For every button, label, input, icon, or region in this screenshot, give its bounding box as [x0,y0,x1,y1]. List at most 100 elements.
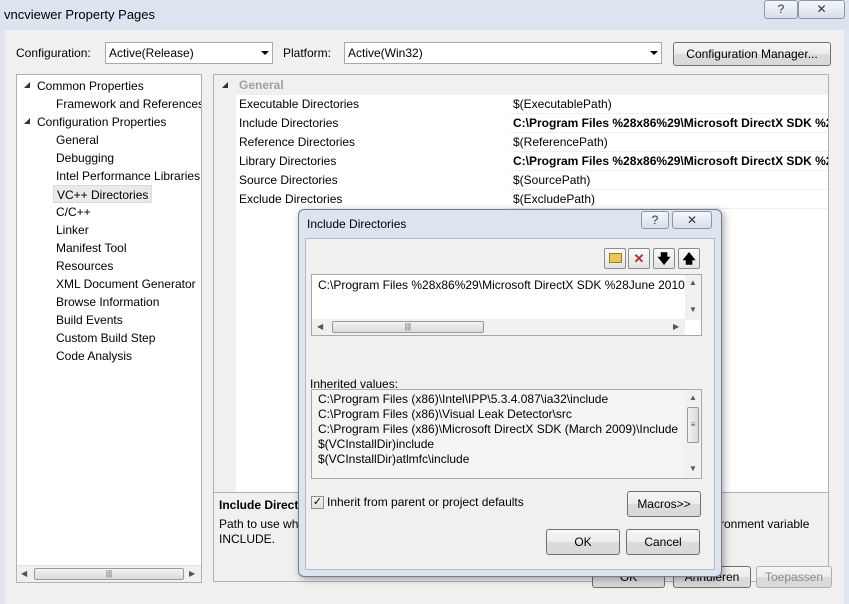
grid-row[interactable]: Source Directories $(SourcePath) [214,171,828,190]
collapsed-arrow-icon[interactable] [44,206,51,216]
dialog-title: Include Directories [307,217,407,231]
tree-horizontal-scrollbar[interactable]: ◀ ||| ▶ [17,565,201,582]
scroll-down-icon[interactable]: ▼ [689,305,697,314]
tree-item-c-cpp[interactable]: C/C++ [56,203,91,221]
expanded-arrow-icon[interactable] [24,117,31,124]
collapsed-arrow-icon[interactable] [44,242,51,252]
configuration-label: Configuration: [16,46,91,60]
scrollbar-thumb[interactable]: ≡ [687,407,699,443]
scrollbar-thumb[interactable]: ||| [332,321,484,333]
tree-item-xml-document-generator[interactable]: XML Document Generator [56,275,196,293]
tree-item-linker[interactable]: Linker [56,221,89,239]
grid-row[interactable]: Reference Directories $(ReferencePath) [214,133,828,152]
delete-line-button[interactable]: ✕ [628,248,650,269]
inherit-checkbox[interactable]: ✓ [311,496,324,509]
help-button[interactable]: ? [764,0,798,19]
dialog-close-button[interactable]: ✕ [672,211,712,229]
grid-row-name: Source Directories [236,171,510,190]
collapsed-arrow-icon[interactable] [44,224,51,234]
scroll-up-icon[interactable]: ▲ [689,278,697,287]
collapsed-arrow-icon[interactable] [44,296,51,306]
inherited-values-list: C:\Program Files (x86)\Intel\IPP\5.3.4.0… [311,389,702,479]
grid-row[interactable]: Include Directories C:\Program Files %28… [214,114,828,133]
description-text-right: ronment variable [720,517,810,531]
grid-row-value[interactable]: $(ExcludePath) [510,190,595,209]
macros-button[interactable]: Macros>> [627,491,701,517]
platform-value: Active(Win32) [348,46,423,60]
property-tree: Common Properties Framework and Referenc… [16,74,202,583]
tree-item-build-events[interactable]: Build Events [56,311,123,329]
inherited-value: C:\Program Files (x86)\Microsoft DirectX… [318,422,679,436]
apply-button[interactable]: Toepassen [756,566,832,588]
directory-entry[interactable]: C:\Program Files %28x86%29\Microsoft Dir… [318,278,701,293]
collapsed-arrow-icon[interactable] [44,278,51,288]
window-title: vncviewer Property Pages [4,7,156,22]
collapsed-arrow-icon[interactable] [44,260,51,270]
grid-row[interactable]: Executable Directories $(ExecutablePath) [214,95,828,114]
tree-item-vc-directories[interactable]: VC++ Directories [53,185,153,203]
delete-icon: ✕ [633,251,645,266]
configuration-dropdown[interactable]: Active(Release) [105,42,273,64]
configuration-manager-button[interactable]: Configuration Manager... [673,42,831,66]
scroll-left-icon[interactable]: ◀ [21,569,27,578]
platform-label: Platform: [283,46,332,60]
grid-category-header[interactable]: General [214,75,828,95]
grid-row-name: Reference Directories [236,133,510,152]
tree-item-general[interactable]: General [56,131,99,149]
move-down-button[interactable]: 🡇 [653,248,675,269]
grid-row[interactable]: Library Directories C:\Program Files %28… [214,152,828,171]
description-text-line2: INCLUDE. [219,532,276,546]
dialog-cancel-button[interactable]: Cancel [626,529,700,555]
dialog-help-button[interactable]: ? [641,211,669,229]
collapsed-arrow-icon[interactable] [44,332,51,342]
inherited-value: $(VCInstallDir)include [318,437,435,451]
platform-dropdown[interactable]: Active(Win32) [344,42,662,64]
tree-item-resources[interactable]: Resources [56,257,113,275]
entries-vertical-scrollbar[interactable]: ▲ ▼ [685,275,701,320]
expanded-arrow-icon[interactable] [222,81,229,88]
grid-row-value[interactable]: $(ReferencePath) [510,133,608,152]
inherit-checkbox-label[interactable]: Inherit from parent or project defaults [327,495,524,509]
tree-item-configuration-properties[interactable]: Configuration Properties [37,113,166,131]
tree-item-custom-build-step[interactable]: Custom Build Step [56,329,155,347]
grid-row-value[interactable]: $(SourcePath) [510,171,590,190]
scrollbar-thumb[interactable]: ||| [34,568,184,580]
arrow-down-icon: 🡇 [657,251,671,266]
grid-row-value[interactable]: C:\Program Files %28x86%29\Microsoft Dir… [510,114,828,133]
scroll-right-icon[interactable]: ▶ [189,569,195,578]
collapsed-arrow-icon[interactable] [44,314,51,324]
move-up-button[interactable]: 🡅 [678,248,700,269]
scroll-left-icon[interactable]: ◀ [317,322,323,331]
directories-edit-list[interactable]: C:\Program Files %28x86%29\Microsoft Dir… [311,274,702,336]
close-button[interactable]: ✕ [798,0,845,19]
grid-row-name: Include Directories [236,114,510,133]
expanded-arrow-icon[interactable] [24,81,31,88]
description-text-left: Path to use whi [219,517,302,531]
tree-item-framework-references[interactable]: Framework and References [56,95,201,113]
grid-row-value[interactable]: C:\Program Files %28x86%29\Microsoft Dir… [510,152,828,171]
collapsed-arrow-icon[interactable] [44,350,51,360]
folder-new-icon [608,253,622,263]
grid-row-value[interactable]: $(ExecutablePath) [510,95,612,114]
scroll-down-icon[interactable]: ▼ [689,464,697,473]
grid-row[interactable]: Exclude Directories $(ExcludePath) [214,190,828,209]
inherited-vertical-scrollbar[interactable]: ▲ ≡ ▼ [685,390,701,478]
dialog-ok-button[interactable]: OK [546,529,620,555]
title-bar: vncviewer Property Pages ? ✕ [0,0,849,30]
tree-item-code-analysis[interactable]: Code Analysis [56,347,132,365]
entries-horizontal-scrollbar[interactable]: ◀ ||| ▶ [312,319,685,335]
tree-item-intel-performance-libraries[interactable]: Intel Performance Libraries [56,167,200,185]
chevron-down-icon [261,51,269,55]
inherited-value: $(VCInstallDir)atlmfc\include [318,452,470,466]
include-directories-dialog: Include Directories ? ✕ ✕ 🡇 🡅 C:\Program… [298,209,722,577]
scroll-up-icon[interactable]: ▲ [689,393,697,402]
tree-item-manifest-tool[interactable]: Manifest Tool [56,239,126,257]
tree-item-common-properties[interactable]: Common Properties [37,77,144,95]
scroll-right-icon[interactable]: ▶ [673,322,679,331]
inherited-value: C:\Program Files (x86)\Intel\IPP\5.3.4.0… [318,392,609,406]
grid-row-name: Executable Directories [236,95,510,114]
arrow-up-icon: 🡅 [682,251,696,266]
new-line-button[interactable] [604,248,626,269]
tree-item-debugging[interactable]: Debugging [56,149,114,167]
tree-item-browse-information[interactable]: Browse Information [56,293,159,311]
